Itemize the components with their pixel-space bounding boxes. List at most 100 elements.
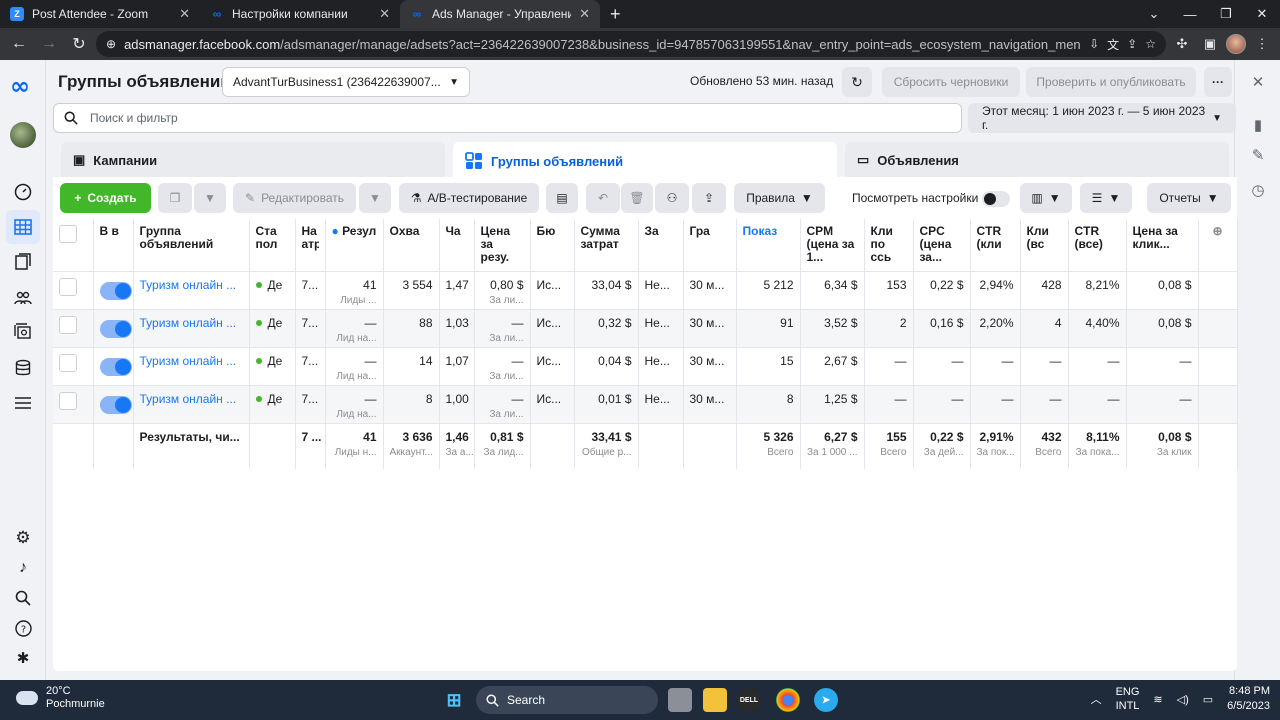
close-icon[interactable]: ✕	[179, 6, 190, 22]
close-icon[interactable]: ✕	[579, 6, 590, 22]
help-icon[interactable]: ?	[13, 618, 33, 638]
duplicate-dropdown[interactable]: ▼	[194, 183, 226, 213]
select-all-checkbox[interactable]	[59, 225, 77, 243]
share-icon[interactable]: ⇪	[1127, 37, 1137, 51]
minimize-button[interactable]: —	[1172, 0, 1208, 28]
bug-report-icon[interactable]: ✱	[13, 648, 33, 668]
forward-button[interactable]: →	[36, 31, 62, 57]
add-column-button[interactable]: ⊕	[1198, 219, 1238, 272]
create-button[interactable]: + Создать	[60, 183, 151, 213]
side-panel-icon[interactable]: ▣	[1198, 32, 1222, 56]
clipboard-button[interactable]: ▤	[546, 183, 578, 213]
col-cpm[interactable]: CPM (цена за 1...	[800, 219, 865, 272]
col-amount-spent[interactable]: Сумма затрат	[574, 219, 639, 272]
col-link-clicks[interactable]: Кли по ссь	[864, 219, 914, 272]
account-selector[interactable]: AdvantTurBusiness1 (236422639007... ▼	[222, 67, 470, 97]
more-options-button[interactable]: ···	[1204, 67, 1232, 97]
breakdown-button[interactable]: ☰ ▼	[1080, 183, 1132, 213]
col-results[interactable]: ● Резул	[325, 219, 384, 272]
tab-campaigns[interactable]: ▣ Кампании	[61, 142, 445, 178]
back-button[interactable]: ←	[6, 31, 32, 57]
duplicate-button[interactable]: ❐	[158, 183, 192, 213]
undo-button[interactable]: ↶	[586, 183, 620, 213]
account-avatar[interactable]	[10, 122, 36, 148]
row-checkbox[interactable]	[59, 315, 77, 334]
pages-icon[interactable]	[13, 252, 33, 272]
col-ctr-link[interactable]: CTR (кли	[970, 219, 1021, 272]
col-ends[interactable]: За	[638, 219, 684, 272]
edit-dropdown[interactable]: ▼	[359, 183, 391, 213]
discard-drafts-button[interactable]: Сбросить черновики	[882, 67, 1020, 97]
col-cpc[interactable]: CPC (цена за...	[913, 219, 971, 272]
review-publish-button[interactable]: Проверить и опубликовать	[1026, 67, 1196, 97]
table-row[interactable]: Туризм онлайн ... Де 7... — Лид на... 14 1,07 —…	[53, 347, 1238, 386]
taskbar-search[interactable]: Search	[476, 686, 658, 714]
adset-name-link[interactable]: Туризм онлайн ...	[140, 354, 237, 368]
file-explorer-icon[interactable]	[703, 688, 727, 712]
media-library-icon[interactable]	[13, 322, 33, 342]
install-icon[interactable]: ⇩	[1089, 37, 1099, 51]
col-status[interactable]: Ста пол	[249, 219, 296, 272]
chevron-up-icon[interactable]: ︿	[1091, 691, 1102, 707]
reload-button[interactable]: ↻	[66, 31, 92, 57]
view-settings-toggle[interactable]	[982, 191, 1010, 210]
date-range-selector[interactable]: Этот месяц: 1 июн 2023 г. — 5 июн 2023 г…	[968, 103, 1236, 133]
profile-avatar[interactable]	[1226, 34, 1246, 54]
col-toggle[interactable]: В в	[93, 219, 134, 272]
col-impressions[interactable]: Показ	[736, 219, 801, 272]
telegram-icon[interactable]: ➤	[814, 688, 838, 712]
reports-button[interactable]: Отчеты ▼	[1147, 183, 1231, 213]
tab-ads[interactable]: ▭ Объявления	[845, 142, 1229, 178]
browser-tab-zoom[interactable]: Z Post Attendee - Zoom ✕	[0, 0, 200, 28]
url-bar[interactable]: ⊕ adsmanager.facebook.com/adsmanager/man…	[96, 31, 1166, 57]
col-attribution[interactable]: На атр	[295, 219, 326, 272]
meta-logo[interactable]: ∞	[10, 72, 30, 100]
table-row[interactable]: Туризм онлайн ... Де 7... — Лид на... 88 1,03 —…	[53, 309, 1238, 348]
clock[interactable]: 8:48 PM 6/5/2023	[1227, 684, 1270, 714]
task-view-icon[interactable]	[668, 688, 692, 712]
row-checkbox[interactable]	[59, 353, 77, 372]
col-clicks-all[interactable]: Кли (вс	[1020, 219, 1069, 272]
adset-name-link[interactable]: Туризм онлайн ...	[140, 278, 237, 292]
billing-icon[interactable]	[13, 358, 33, 378]
ab-test-button[interactable]: ⚗ A/B-тестирование	[399, 183, 539, 213]
close-window-button[interactable]: ✕	[1244, 0, 1280, 28]
table-row[interactable]: Туризм онлайн ... Де 7... — Лид на... 8 1,00 — З…	[53, 385, 1238, 424]
new-tab-button[interactable]: +	[600, 0, 631, 28]
audiences-icon[interactable]	[13, 288, 33, 308]
windows-start-icon[interactable]: ⊞	[442, 688, 466, 712]
adset-toggle[interactable]	[99, 281, 132, 300]
close-icon[interactable]: ✕	[379, 6, 390, 22]
search-filter-bar[interactable]: Поиск и фильтр	[53, 103, 962, 133]
col-ctr-all[interactable]: CTR (все)	[1068, 219, 1127, 272]
tab-adsets[interactable]: Группы объявлений	[453, 142, 837, 180]
chevron-down-icon[interactable]: ⌄	[1136, 0, 1172, 28]
col-schedule[interactable]: Гра	[683, 219, 737, 272]
weather-widget[interactable]: 20°C Pochmurnie	[16, 685, 105, 711]
translate-icon[interactable]: 文	[1107, 36, 1119, 53]
chart-icon[interactable]: ▮	[1248, 115, 1268, 135]
menu-icon[interactable]	[13, 393, 33, 413]
browser-menu-icon[interactable]: ⋮	[1250, 32, 1274, 56]
browser-tab-company-settings[interactable]: ∞ Настройки компании ✕	[200, 0, 400, 28]
gear-icon[interactable]: ⚙	[13, 528, 33, 548]
maximize-button[interactable]: ❐	[1208, 0, 1244, 28]
row-checkbox[interactable]	[59, 391, 77, 410]
bell-icon[interactable]: ♪	[13, 558, 33, 578]
adset-toggle[interactable]	[99, 395, 132, 414]
dashboard-icon[interactable]	[13, 182, 33, 202]
col-adset-name[interactable]: Группа объявлений	[133, 219, 250, 272]
audience-button[interactable]: ⚇	[655, 183, 689, 213]
edit-button[interactable]: ✎ Редактировать	[233, 183, 356, 213]
col-reach[interactable]: Охва	[383, 219, 440, 272]
battery-icon[interactable]: ▭	[1203, 693, 1213, 706]
search-icon[interactable]	[13, 588, 33, 608]
columns-button[interactable]: ▥ ▼	[1020, 183, 1072, 213]
col-budget[interactable]: Бю	[530, 219, 575, 272]
col-frequency[interactable]: Ча	[439, 219, 475, 272]
export-button[interactable]: ⇪	[692, 183, 726, 213]
dell-icon[interactable]: DELL	[737, 688, 761, 712]
speaker-icon[interactable]: ◁)	[1177, 693, 1189, 706]
browser-tab-ads-manager[interactable]: ∞ Ads Manager - Управление рек ✕	[400, 0, 600, 28]
rules-button[interactable]: Правила ▼	[734, 183, 825, 213]
